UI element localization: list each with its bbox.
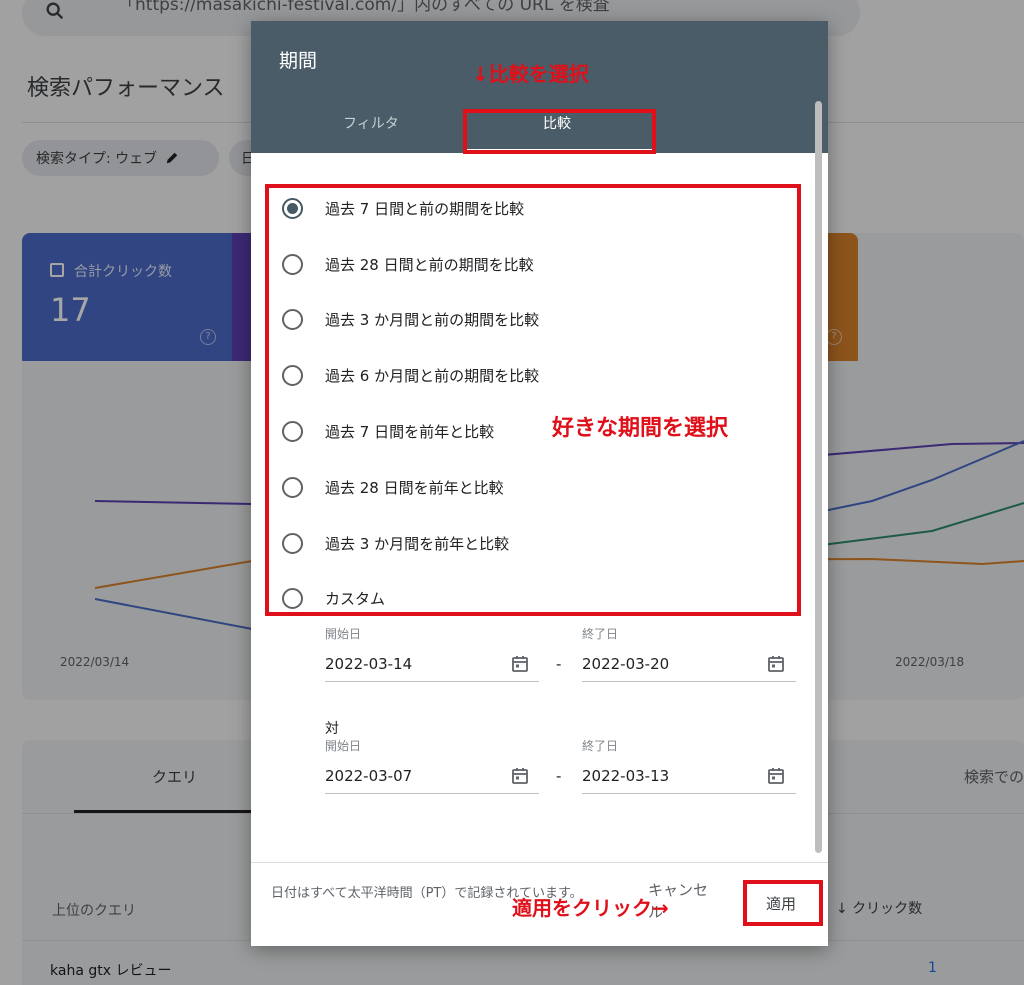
dialog-title: 期間 xyxy=(279,50,318,72)
compare-end-date-input[interactable]: 2022-03-13 xyxy=(582,767,669,785)
compare-start-date-underline xyxy=(325,793,539,794)
end-date-input[interactable]: 2022-03-20 xyxy=(582,655,669,673)
annotation-click-apply: 適用をクリック→ xyxy=(512,896,669,920)
annotation-select-compare: ↓比較を選択 xyxy=(472,62,589,86)
end-date-label: 終了日 xyxy=(582,627,619,641)
calendar-icon[interactable] xyxy=(511,767,529,785)
compare-end-date-label: 終了日 xyxy=(582,739,619,753)
calendar-icon[interactable] xyxy=(767,655,785,673)
start-date-input[interactable]: 2022-03-14 xyxy=(325,655,412,673)
start-date-label: 開始日 xyxy=(325,627,362,641)
dialog-scrollbar[interactable] xyxy=(815,101,822,853)
compare-start-date-input[interactable]: 2022-03-07 xyxy=(325,767,412,785)
annotation-box-compare-tab xyxy=(463,109,656,154)
annotation-box-options xyxy=(265,184,801,616)
start-date-underline xyxy=(325,681,539,682)
range-dash: - xyxy=(556,655,562,673)
range-dash: - xyxy=(556,767,562,785)
end-date-underline xyxy=(582,681,796,682)
compare-end-date-underline xyxy=(582,793,796,794)
annotation-box-apply xyxy=(743,880,823,926)
versus-label: 対 xyxy=(325,721,339,737)
calendar-icon[interactable] xyxy=(767,767,785,785)
annotation-select-period: 好きな期間を選択 xyxy=(552,416,729,441)
footer-divider xyxy=(251,862,828,863)
calendar-icon[interactable] xyxy=(511,655,529,673)
compare-start-date-label: 開始日 xyxy=(325,739,362,753)
tab-filter[interactable]: フィルタ xyxy=(343,113,399,133)
